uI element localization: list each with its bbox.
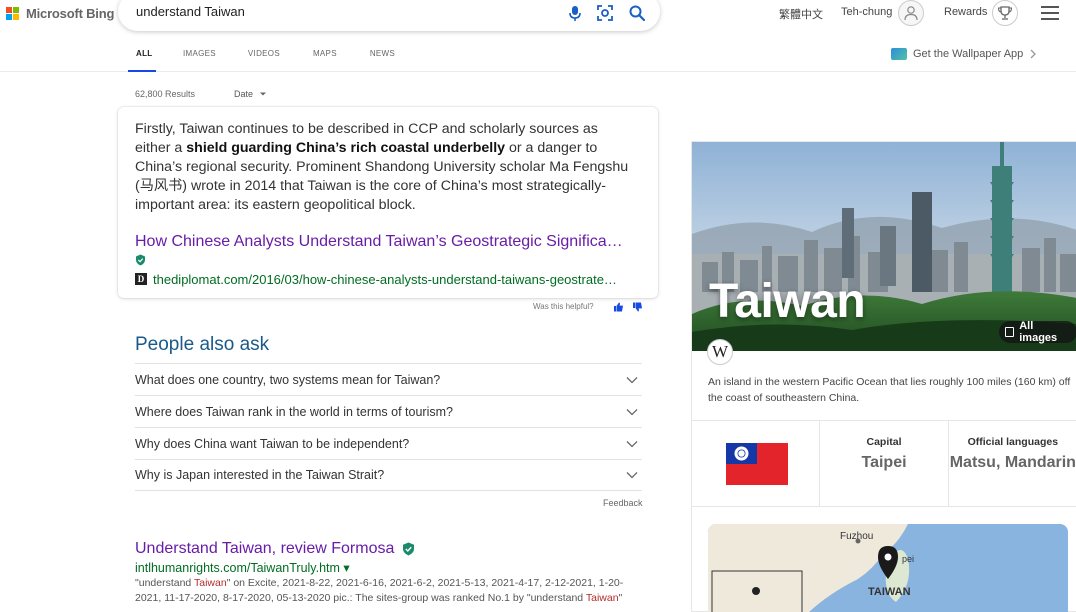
date-filter-label: Date xyxy=(234,89,254,99)
paa-question-text: Where does Taiwan rank in the world in t… xyxy=(135,404,453,419)
menu-icon[interactable] xyxy=(1041,6,1059,20)
map-image xyxy=(708,524,1068,612)
snippet-part: "understand xyxy=(135,577,194,589)
chevron-down-icon xyxy=(626,376,638,383)
search-input[interactable] xyxy=(136,4,546,19)
logo-text: Microsoft Bing xyxy=(26,6,115,21)
entity-name: Taiwan xyxy=(709,275,866,328)
bing-logo[interactable]: Microsoft Bing xyxy=(6,6,114,21)
paa-question-text: What does one country, two systems mean … xyxy=(135,372,441,387)
all-images-label: All images xyxy=(1019,320,1058,344)
result-title[interactable]: Understand Taiwan, review Formosa xyxy=(135,540,394,558)
microphone-icon[interactable] xyxy=(566,4,584,22)
microsoft-logo-icon xyxy=(6,6,20,21)
people-also-ask-title: People also ask xyxy=(135,334,270,355)
user-name[interactable]: Teh-chung xyxy=(841,6,892,18)
date-filter[interactable]: Date xyxy=(234,89,267,99)
people-also-ask-list: What does one country, two systems mean … xyxy=(135,363,642,491)
result-snippet: "understand Taiwan" on Excite, 2021-8-22… xyxy=(135,576,635,606)
verified-shield-icon xyxy=(403,542,414,556)
helpful-prompt: Was this helpful? xyxy=(533,302,594,311)
facts-row: Capital Taipei Official languages Matsu,… xyxy=(692,420,1076,507)
wallpaper-app-link[interactable]: Get the Wallpaper App xyxy=(891,48,1037,60)
chevron-right-icon xyxy=(1030,49,1037,59)
visual-search-icon[interactable] xyxy=(596,4,614,22)
fact-languages[interactable]: Official languages Matsu, Mandarin xyxy=(949,421,1076,506)
snippet-part: " xyxy=(618,592,623,604)
header: Microsoft Bing 繁體中文 Teh-chung Rewards xyxy=(0,0,1076,72)
paa-question-text: Why is Japan interested in the Taiwan St… xyxy=(135,468,385,482)
snippet-highlight: Taiwan xyxy=(194,577,227,589)
search-box xyxy=(118,0,660,31)
rewards-icon[interactable] xyxy=(992,0,1018,26)
snippet-highlight: Taiwan xyxy=(585,592,619,604)
all-images-button[interactable]: All images xyxy=(999,320,1076,344)
map-label-taipei: pei xyxy=(902,554,915,564)
search-icon[interactable] xyxy=(628,4,646,22)
paa-question[interactable]: Why does China want Taiwan to be indepen… xyxy=(135,427,642,459)
chevron-down-icon xyxy=(626,472,638,479)
tab-videos[interactable]: VIDEOS xyxy=(248,44,280,72)
map-label-taiwan: TAIWAN xyxy=(868,586,911,598)
thumbs-up-icon[interactable] xyxy=(613,302,624,312)
answer-source-title[interactable]: How Chinese Analysts Understand Taiwan’s… xyxy=(135,233,640,251)
fact-label: Official languages xyxy=(967,436,1059,448)
tab-images[interactable]: IMAGES xyxy=(183,44,216,72)
wallpaper-label: Get the Wallpaper App xyxy=(913,48,1024,60)
language-link[interactable]: 繁體中文 xyxy=(779,6,823,22)
verified-shield-icon xyxy=(136,254,145,266)
entity-description: An island in the western Pacific Ocean t… xyxy=(708,376,1071,404)
flag-cell xyxy=(692,421,821,506)
paa-question-text: Why does China want Taiwan to be indepen… xyxy=(135,436,410,451)
trophy-icon xyxy=(997,6,1013,20)
site-favicon-icon: D xyxy=(135,273,147,285)
fact-value: Taipei xyxy=(861,454,907,471)
hero-image[interactable]: Taiwan All images xyxy=(692,142,1076,351)
paa-question[interactable]: What does one country, two systems mean … xyxy=(135,363,642,395)
fact-label: Capital xyxy=(866,436,902,448)
images-icon xyxy=(1005,327,1015,337)
result-url[interactable]: intlhumanrights.com/TaiwanTruly.htm ▾ xyxy=(135,560,350,575)
answer-text-bold: shield guarding China’s rich coastal und… xyxy=(186,140,506,156)
tab-all[interactable]: ALL xyxy=(128,44,156,72)
thumbs-down-icon[interactable] xyxy=(632,302,643,312)
paa-question[interactable]: Why is Japan interested in the Taiwan St… xyxy=(135,459,642,491)
rewards-label[interactable]: Rewards xyxy=(944,6,987,18)
wikipedia-icon[interactable]: W xyxy=(707,339,733,365)
caret-down-icon xyxy=(259,92,266,96)
chevron-down-icon xyxy=(626,408,638,415)
results-count: 62,800 Results xyxy=(135,89,196,99)
answer-text: Firstly, Taiwan continues to be describe… xyxy=(135,120,635,215)
taiwan-flag-icon xyxy=(726,443,788,485)
map-preview[interactable]: Fuzhou pei TAIWAN xyxy=(708,524,1068,612)
map-label-fuzhou: Fuzhou xyxy=(840,531,874,542)
person-icon xyxy=(904,6,918,21)
fact-capital[interactable]: Capital Taipei xyxy=(820,421,949,506)
chevron-down-icon xyxy=(626,440,638,447)
feedback-link[interactable]: Feedback xyxy=(603,498,643,508)
search-tabs: ALL IMAGES VIDEOS MAPS NEWS xyxy=(128,44,395,72)
knowledge-panel: Taiwan All images W An island in the wes… xyxy=(691,141,1076,612)
paa-question[interactable]: Where does Taiwan rank in the world in t… xyxy=(135,395,642,427)
tab-maps[interactable]: MAPS xyxy=(313,44,337,72)
avatar[interactable] xyxy=(898,0,924,26)
wallpaper-icon xyxy=(891,48,907,60)
featured-answer-card: Firstly, Taiwan continues to be describe… xyxy=(118,107,658,298)
answer-source-url[interactable]: thediplomat.com/2016/03/how-chinese-anal… xyxy=(153,272,633,287)
fact-value: Matsu, Mandarin xyxy=(949,454,1076,471)
tab-news[interactable]: NEWS xyxy=(370,44,395,72)
